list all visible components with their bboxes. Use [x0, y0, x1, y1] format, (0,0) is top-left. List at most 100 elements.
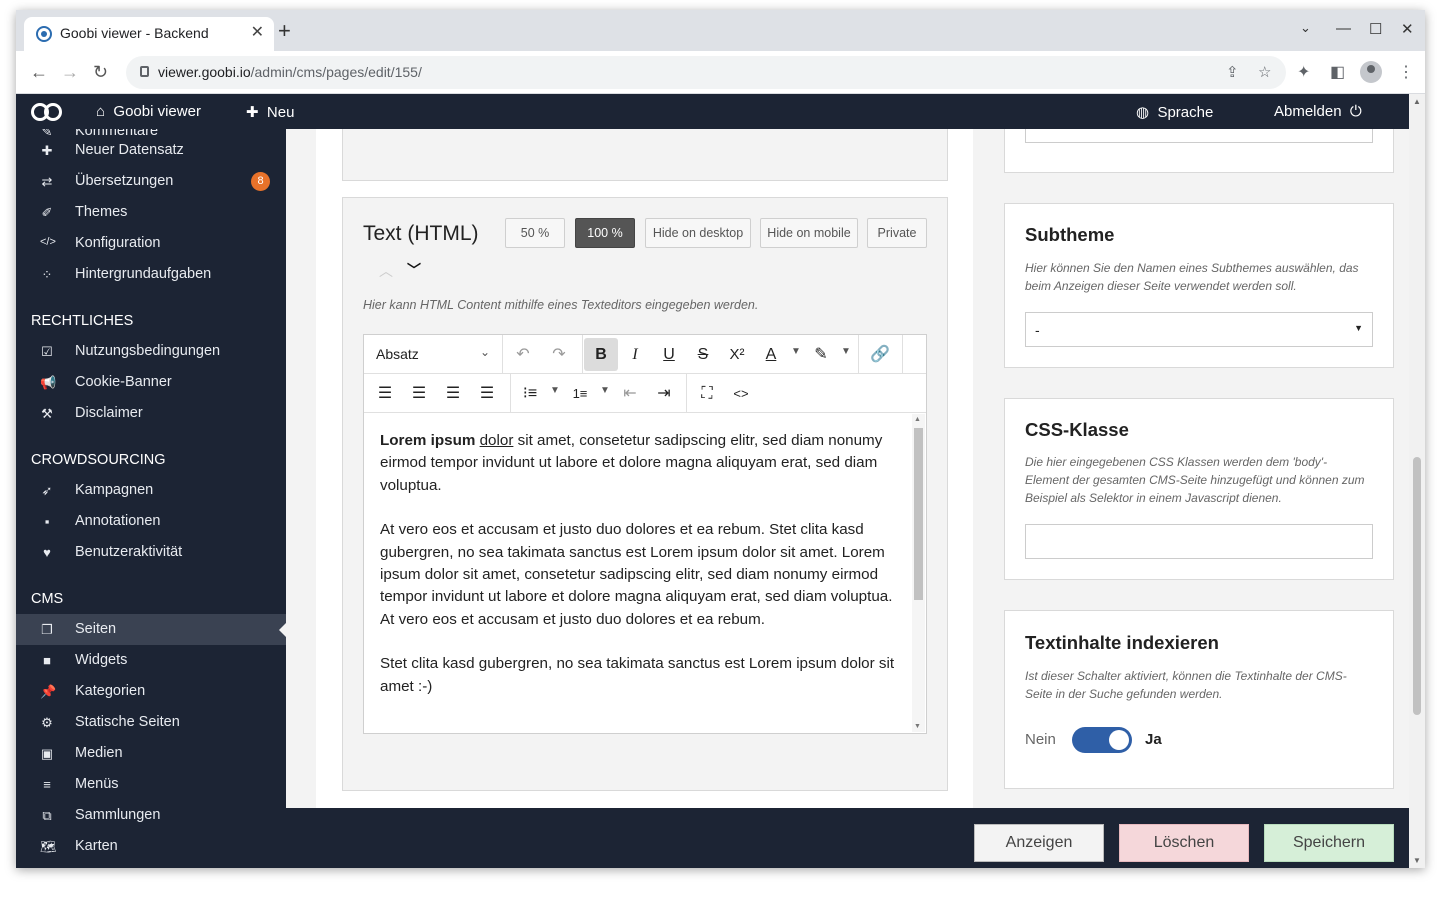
sidebar-item-background-tasks[interactable]: ⁘ Hintergrundaufgaben	[16, 259, 286, 290]
bold-icon[interactable]: B	[584, 338, 618, 371]
sidebar-section-legal: RECHTLICHES	[31, 313, 134, 329]
numbered-list-caret-icon[interactable]: ▼	[600, 385, 610, 396]
delete-button[interactable]: Löschen	[1119, 824, 1249, 862]
sidebar-item-new-record[interactable]: ✚ Neuer Datensatz	[16, 135, 286, 166]
highlight-caret-icon[interactable]: ▼	[841, 346, 851, 357]
sidebar-item-user-activity[interactable]: ♥ Benutzeraktivität	[16, 537, 286, 568]
sidebar-item-pages[interactable]: ❐ Seiten	[16, 614, 286, 645]
minimize-icon[interactable]: —	[1336, 20, 1351, 37]
align-justify-icon[interactable]: ☰	[475, 383, 499, 405]
hide-desktop-button[interactable]: Hide on desktop	[645, 218, 751, 248]
sidebar-item-label: Konfiguration	[75, 235, 161, 251]
move-down-icon[interactable]: ﹀	[407, 260, 421, 280]
side-panel-icon[interactable]: ◧	[1330, 62, 1345, 82]
show-button[interactable]: Anzeigen	[974, 824, 1104, 862]
sidebar-item-label: Benutzeraktivität	[75, 544, 183, 560]
subtheme-value: -	[1035, 322, 1040, 338]
sidebar-item-categories[interactable]: 📌 Kategorien	[16, 676, 286, 707]
scroll-down-icon[interactable]: ▼	[914, 723, 921, 730]
page-scrollbar[interactable]: ▲ ▼	[1409, 94, 1425, 868]
new-link[interactable]: ✚ Neu	[246, 103, 294, 121]
logout-link[interactable]: Abmelden ⏻	[1274, 103, 1362, 120]
sidebar-item-maps[interactable]: 🗺 Karten	[16, 831, 286, 862]
chevron-down-icon[interactable]: ⌄	[480, 345, 490, 359]
sidebar-item-translations[interactable]: ⇄ Übersetzungen 8	[16, 166, 286, 197]
page-scroll-down-icon[interactable]: ▼	[1413, 856, 1421, 865]
indent-icon[interactable]: ⇥	[652, 383, 676, 405]
editor-scrollbar-thumb[interactable]	[914, 428, 923, 600]
sidebar-item-campaigns[interactable]: ➶ Kampagnen	[16, 475, 286, 506]
editor-scrollbar[interactable]: ▲ ▼	[912, 414, 925, 732]
sidebar-item-label: Annotationen	[75, 513, 161, 529]
link-icon[interactable]: 🔗	[868, 344, 892, 366]
profile-avatar-icon[interactable]	[1360, 61, 1382, 83]
sidebar-item-annotations[interactable]: ▪ Annotationen	[16, 506, 286, 537]
css-class-input[interactable]	[1025, 524, 1373, 559]
index-toggle[interactable]	[1072, 727, 1132, 753]
reload-icon[interactable]: ↻	[93, 62, 108, 83]
superscript-icon[interactable]: X²	[725, 344, 749, 366]
width-100-button[interactable]: 100 %	[575, 218, 635, 248]
share-icon[interactable]: ⇪	[1226, 63, 1239, 81]
move-up-icon[interactable]: ︿	[379, 261, 393, 281]
new-tab-icon[interactable]: +	[278, 20, 291, 42]
undo-icon[interactable]: ↶	[511, 344, 535, 366]
home-link[interactable]: ⌂ Goobi viewer	[96, 103, 201, 120]
sidebar-item-widgets[interactable]: ■ Widgets	[16, 645, 286, 676]
editor-content[interactable]: Lorem ipsum dolor sit amet, consetetur s…	[380, 430, 900, 720]
close-tab-icon[interactable]: ✕	[251, 22, 264, 42]
tab-search-icon[interactable]: ⌄	[1300, 20, 1311, 36]
bullet-list-icon[interactable]: ⁝≡	[518, 383, 542, 405]
content-paragraph: Lorem ipsum dolor sit amet, consetetur s…	[380, 430, 900, 497]
sidebar-item-media[interactable]: ▣ Medien	[16, 738, 286, 769]
url-field[interactable]: viewer.goobi.io/admin/cms/pages/edit/155…	[126, 56, 1286, 89]
numbered-list-icon[interactable]: 1≡	[568, 383, 592, 405]
private-button[interactable]: Private	[867, 218, 927, 248]
scroll-up-icon[interactable]: ▲	[914, 416, 921, 423]
align-left-icon[interactable]: ☰	[373, 383, 397, 405]
align-center-icon[interactable]: ☰	[407, 383, 431, 405]
text-color-caret-icon[interactable]: ▼	[791, 346, 801, 357]
sidebar-item-themes[interactable]: ✐ Themes	[16, 197, 286, 228]
chrome-menu-icon[interactable]: ⋮	[1398, 62, 1414, 82]
language-link[interactable]: ◍ Sprache	[1136, 103, 1213, 121]
goobi-logo-icon[interactable]	[31, 103, 63, 121]
close-window-icon[interactable]: ✕	[1401, 20, 1414, 38]
format-select[interactable]: Absatz	[376, 346, 419, 362]
width-50-button[interactable]: 50 %	[505, 218, 565, 248]
page-scroll-up-icon[interactable]: ▲	[1413, 97, 1421, 106]
forward-icon[interactable]: →	[61, 62, 79, 83]
browser-tab[interactable]: Goobi viewer - Backend ✕	[24, 17, 274, 51]
sidebar-item-configuration[interactable]: </> Konfiguration	[16, 228, 286, 259]
sidebar-item-cookie-banner[interactable]: 📢 Cookie-Banner	[16, 367, 286, 398]
url-host: viewer.goobi.io	[158, 64, 251, 80]
gavel-icon: ⚒	[41, 406, 53, 421]
outdent-icon[interactable]: ⇤	[618, 383, 642, 405]
source-code-icon[interactable]: <>	[729, 383, 753, 405]
subtheme-select[interactable]: - ▼	[1025, 312, 1373, 347]
align-right-icon[interactable]: ☰	[441, 383, 465, 405]
page-scrollbar-thumb[interactable]	[1413, 457, 1421, 715]
strikethrough-icon[interactable]: S	[691, 344, 715, 366]
home-icon: ⌂	[96, 103, 106, 120]
back-icon[interactable]: ←	[30, 62, 48, 83]
home-label: Goobi viewer	[113, 103, 201, 120]
text-color-icon[interactable]: A	[759, 344, 783, 366]
bookmark-star-icon[interactable]: ☆	[1258, 63, 1271, 81]
underline-icon[interactable]: U	[657, 344, 681, 366]
italic-icon[interactable]: I	[623, 344, 647, 366]
sidebar-item-terms[interactable]: ☑ Nutzungsbedingungen	[16, 336, 286, 367]
extensions-icon[interactable]: ✦	[1297, 62, 1310, 82]
maximize-icon[interactable]: ☐	[1369, 20, 1382, 38]
fullscreen-icon[interactable]: ⛶	[695, 383, 719, 405]
hide-mobile-button[interactable]: Hide on mobile	[760, 218, 858, 248]
highlight-color-icon[interactable]: ✎	[809, 344, 833, 366]
save-button[interactable]: Speichern	[1264, 824, 1394, 862]
image-icon: ▣	[40, 746, 54, 761]
bullet-list-caret-icon[interactable]: ▼	[550, 385, 560, 396]
sidebar-item-collections[interactable]: ⧉ Sammlungen	[16, 800, 286, 831]
redo-icon[interactable]: ↷	[547, 344, 571, 366]
sidebar-item-disclaimer[interactable]: ⚒ Disclaimer	[16, 398, 286, 429]
sidebar-item-menus[interactable]: ≡ Menüs	[16, 769, 286, 800]
sidebar-item-static-pages[interactable]: ⚙ Statische Seiten	[16, 707, 286, 738]
